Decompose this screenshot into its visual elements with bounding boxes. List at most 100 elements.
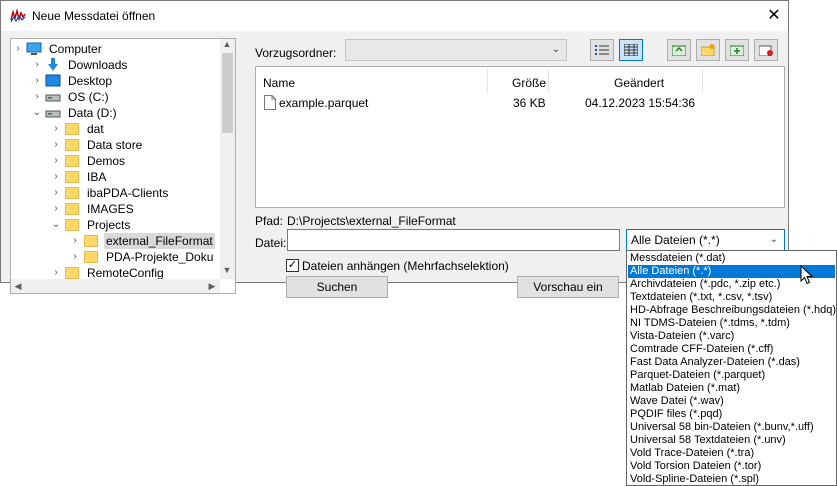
checkmark-icon: ✓ (287, 259, 298, 271)
append-files-checkbox[interactable]: ✓ (286, 259, 299, 272)
tree-item-label: Downloads (68, 58, 128, 72)
dropdown-option[interactable]: Matlab Dateien (*.mat) (628, 382, 835, 395)
column-separator (487, 69, 488, 93)
column-header-name[interactable]: Name (263, 76, 295, 90)
tree-item[interactable]: › RemoteConfig (51, 265, 220, 279)
dropdown-option[interactable]: Vold-Spline-Dateien (*.spl) (628, 473, 835, 485)
tree-item[interactable]: › Data store (51, 137, 220, 153)
scroll-left-arrow-icon[interactable]: ◀ (11, 281, 25, 292)
dropdown-option[interactable]: Universal 58 bin-Dateien (*.bunv,*.uff) (628, 421, 835, 434)
tree-item[interactable]: › Downloads (32, 57, 220, 73)
dropdown-option[interactable]: Vista-Dateien (*.varc) (628, 330, 835, 343)
tree-item[interactable]: ⌄ Projects (51, 217, 220, 233)
append-files-label[interactable]: Dateien anhängen (Mehrfachselektion) (302, 259, 509, 273)
file-name-label: Datei: (255, 236, 287, 250)
close-button[interactable]: ✕ (761, 3, 787, 29)
tree-item[interactable]: › dat (51, 121, 220, 137)
search-button[interactable]: Suchen (286, 276, 388, 298)
scroll-thumb[interactable] (222, 53, 233, 133)
download-arrow-icon (45, 58, 61, 72)
tree-expand-chevron-icon[interactable]: › (51, 185, 61, 201)
scroll-right-arrow-icon[interactable]: ▶ (205, 281, 219, 292)
tree-item[interactable]: › IMAGES (51, 201, 220, 217)
tree-vertical-scrollbar[interactable]: ▲ ▼ (220, 39, 235, 279)
folder-icon (64, 170, 80, 184)
tree-item[interactable]: › Demos (51, 153, 220, 169)
tree-expand-chevron-icon[interactable]: › (51, 265, 61, 279)
tree-item[interactable]: › OS (C:) (32, 89, 220, 105)
tree-horizontal-scrollbar[interactable]: ◀ ▶ (11, 279, 220, 293)
tree-expand-chevron-icon[interactable]: › (32, 57, 42, 73)
tree-item-label: IMAGES (87, 202, 134, 216)
dropdown-option[interactable]: Fast Data Analyzer-Dateien (*.das) (628, 356, 835, 369)
path-value: D:\Projects\external_FileFormat (287, 214, 456, 228)
file-name-input[interactable] (287, 229, 620, 251)
tree-item-label: OS (C:) (68, 90, 109, 104)
dropdown-option[interactable]: PQDIF files (*.pqd) (628, 408, 835, 421)
dropdown-option[interactable]: Comtrade CFF-Dateien (*.cff) (628, 343, 835, 356)
column-header-size[interactable]: Größe (512, 76, 546, 90)
dropdown-option[interactable]: Vold Trace-Dateien (*.tra) (628, 447, 835, 460)
favorites-dropdown[interactable]: ⌄ (345, 39, 567, 61)
tree-expand-chevron-icon[interactable]: › (32, 89, 42, 105)
tree-expand-chevron-icon[interactable]: › (51, 201, 61, 217)
dropdown-option[interactable]: Parquet-Dateien (*.parquet) (628, 369, 835, 382)
scroll-up-arrow-icon[interactable]: ▲ (220, 39, 234, 49)
tree-expand-chevron-icon[interactable]: › (13, 41, 23, 57)
folder-icon (64, 202, 80, 216)
tree-item[interactable]: › external_FileFormat (70, 233, 220, 249)
folder-up-button[interactable] (667, 39, 691, 61)
file-row[interactable]: example.parquet 36 KB 04.12.2023 15:54:3… (262, 94, 782, 112)
dropdown-option[interactable]: Textdateien (*.txt, *.csv, *.tsv) (628, 291, 835, 304)
tree-expand-chevron-icon[interactable]: › (51, 137, 61, 153)
add-folder-button[interactable] (725, 39, 749, 61)
chevron-down-icon: ⌄ (551, 44, 560, 55)
tree-expand-chevron-icon[interactable]: › (51, 121, 61, 137)
scroll-down-arrow-icon[interactable]: ▼ (220, 265, 234, 275)
list-view-icon (595, 45, 609, 55)
tree-item-label: IBA (87, 170, 107, 184)
delete-folder-button[interactable] (754, 39, 778, 61)
preview-button[interactable]: Vorschau ein (517, 276, 619, 298)
tree-item-label: dat (87, 122, 104, 136)
list-view-button[interactable] (590, 39, 614, 61)
tree-expand-chevron-icon[interactable]: › (70, 233, 80, 249)
new-folder-button[interactable] (696, 39, 720, 61)
folder-tree[interactable]: › Computer › Downloads › Desktop › OS (C:) ⌄ Data… (10, 38, 236, 294)
tree-expand-chevron-icon[interactable]: ⌄ (51, 217, 61, 233)
dropdown-option[interactable]: NI TDMS-Dateien (*.tdms, *.tdm) (628, 317, 835, 330)
folder-icon (83, 234, 99, 248)
tree-item-label: PDA-Projekte_Doku (106, 250, 214, 264)
tree-expand-chevron-icon[interactable]: › (70, 249, 80, 265)
column-header-modified[interactable]: Geändert (614, 76, 664, 90)
favorites-label: Vorzugsordner: (255, 46, 337, 60)
dropdown-option[interactable]: HD-Abfrage Beschreibungsdateien (*.hdq) (628, 304, 836, 317)
tree-item[interactable]: ⌄ Data (D:) (32, 105, 220, 121)
tree-expand-chevron-icon[interactable]: › (51, 169, 61, 185)
dropdown-option[interactable]: Universal 58 Textdateien (*.unv) (628, 434, 835, 447)
details-view-icon (624, 44, 638, 56)
tree-expand-chevron-icon[interactable]: › (32, 73, 42, 89)
details-view-button[interactable] (619, 39, 643, 61)
folder-icon (64, 186, 80, 200)
file-type-dropdown-list[interactable]: Messdateien (*.dat) Alle Dateien (*.*) Arc… (626, 250, 837, 486)
file-type-filter[interactable]: Alle Dateien (*.*) ⌄ (626, 229, 785, 251)
dropdown-option[interactable]: Vold Torsion Dateien (*.tor) (628, 460, 835, 473)
dropdown-option[interactable]: Messdateien (*.dat) (628, 252, 835, 265)
window-title: Neue Messdatei öffnen (32, 9, 156, 23)
tree-item[interactable]: › PDA-Projekte_Doku (70, 249, 220, 265)
tree-expand-chevron-icon[interactable]: ⌄ (32, 105, 42, 121)
chevron-down-icon: ⌄ (769, 234, 778, 245)
column-separator (702, 69, 703, 93)
folder-tree-list: › Computer › Downloads › Desktop › OS (C:) ⌄ Data… (11, 39, 220, 279)
tree-item[interactable]: › Computer (13, 41, 203, 57)
tree-expand-chevron-icon[interactable]: › (51, 153, 61, 169)
dropdown-option[interactable]: Wave Datei (*.wav) (628, 395, 835, 408)
tree-item[interactable]: › Desktop (32, 73, 220, 89)
file-size: 36 KB (513, 96, 546, 110)
file-list[interactable]: Name Größe Geändert example.parquet 36 K… (255, 66, 785, 208)
file-type-filter-value: Alle Dateien (*.*) (631, 233, 720, 247)
tree-item[interactable]: › ibaPDA-Clients (51, 185, 220, 201)
tree-item[interactable]: › IBA (51, 169, 220, 185)
folder-up-icon (672, 45, 686, 56)
